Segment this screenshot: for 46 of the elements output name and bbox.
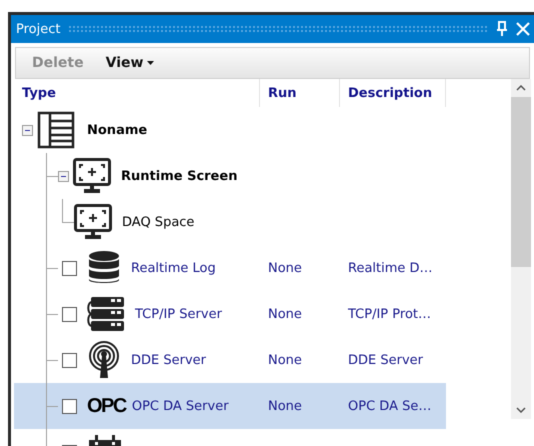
- item-name: DAQ Space: [122, 214, 194, 230]
- run-value: None: [268, 352, 302, 368]
- column-header[interactable]: Run: [260, 79, 340, 107]
- description-value: TCP/IP Prot…: [348, 306, 432, 322]
- run-value: None: [268, 398, 302, 414]
- tree-row[interactable]: OPC OPC DA Server None OPC DA Se…: [14, 383, 446, 429]
- pin-icon[interactable]: [496, 21, 508, 37]
- item-name: Runtime Screen: [121, 168, 238, 184]
- tree-row[interactable]: Runtime Screen: [14, 153, 446, 199]
- close-icon[interactable]: [516, 22, 530, 36]
- scroll-down-icon[interactable]: [516, 407, 526, 413]
- checkbox[interactable]: [62, 260, 77, 276]
- tree-row[interactable]: TCP/IP Server None TCP/IP Prot…: [14, 291, 446, 337]
- item-name: TCP/IP Server: [135, 306, 222, 322]
- item-name: OPC DA Server: [132, 398, 229, 414]
- monitor-icon: [73, 158, 111, 194]
- monitor-icon: [74, 204, 112, 240]
- database-icon: [87, 250, 121, 286]
- item-name: Realtime Log: [131, 260, 216, 276]
- item-name: Noname: [87, 122, 148, 138]
- scroll-thumb[interactable]: [511, 97, 531, 267]
- server-stack-icon: [87, 296, 125, 332]
- run-value: None: [268, 260, 302, 276]
- antenna-icon: [87, 341, 121, 379]
- expand-toggle[interactable]: [58, 170, 69, 182]
- opc-logo: OPC: [87, 394, 126, 418]
- tree-row[interactable]: Noname: [14, 107, 446, 153]
- expand-toggle[interactable]: [22, 124, 33, 136]
- checkbox[interactable]: [62, 398, 77, 414]
- checkbox[interactable]: [62, 306, 77, 322]
- panel-title: Project: [16, 22, 60, 36]
- run-value: None: [268, 306, 302, 322]
- description-value: OPC DA Se…: [348, 398, 432, 414]
- tree-row[interactable]: DDE Server None DDE Server: [14, 337, 446, 383]
- description-value: DDE Server: [348, 352, 423, 368]
- scroll-up-icon[interactable]: [516, 85, 526, 91]
- table-icon: [37, 111, 77, 149]
- column-header[interactable]: Description: [340, 79, 446, 107]
- tree-row[interactable]: DAQ Space: [14, 199, 446, 245]
- description-value: Realtime D…: [348, 260, 433, 276]
- column-header[interactable]: Type: [14, 79, 260, 107]
- checkbox[interactable]: [62, 352, 77, 368]
- item-name: DDE Server: [131, 352, 206, 368]
- scrollbar[interactable]: [511, 79, 531, 419]
- toolbar-button[interactable]: View: [98, 52, 162, 74]
- tree-row[interactable]: Realtime Log None Realtime D…: [14, 245, 446, 291]
